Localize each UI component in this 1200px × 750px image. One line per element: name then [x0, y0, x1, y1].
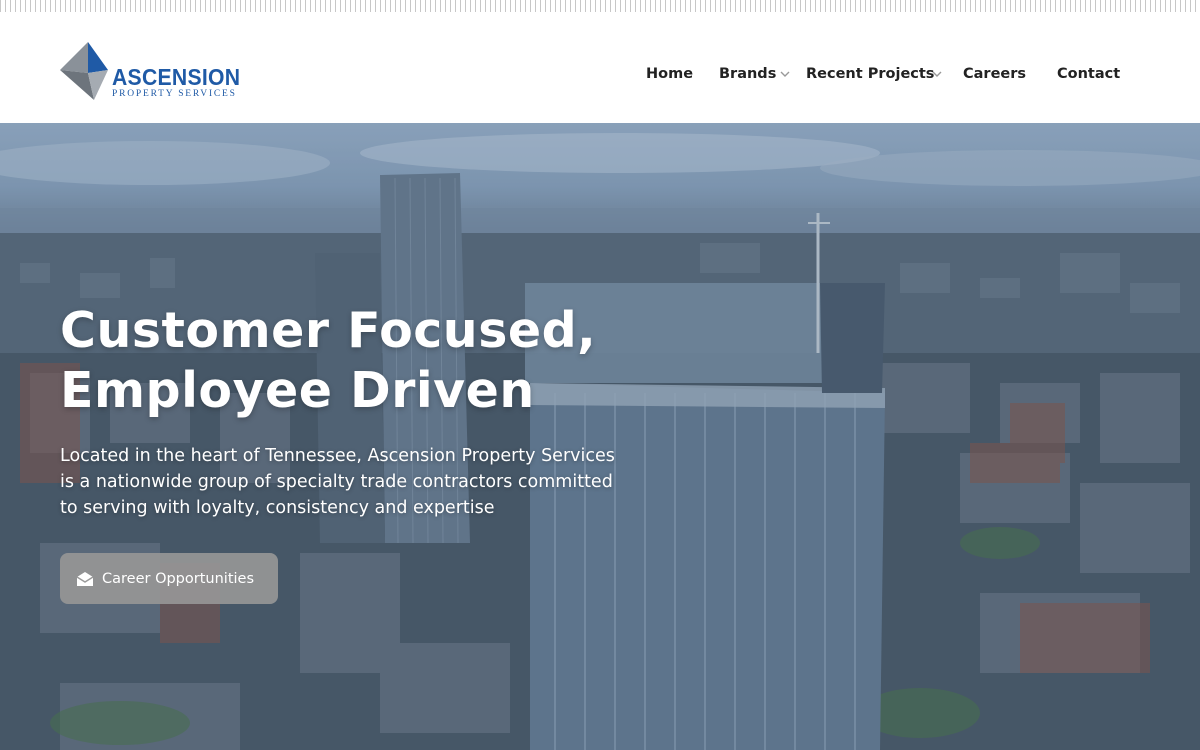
nav-item-brands[interactable]: Brands	[719, 66, 776, 82]
hero-overlay	[0, 123, 1200, 750]
chevron-down-icon[interactable]	[780, 70, 790, 78]
hero-headline-line2: Employee Driven	[60, 362, 535, 419]
chevron-down-icon[interactable]	[932, 70, 942, 78]
envelope-open-icon	[76, 570, 94, 588]
hero-headline: Customer Focused, Employee Driven	[60, 301, 700, 421]
nav-item-home[interactable]: Home	[646, 66, 693, 82]
hero-headline-line1: Customer Focused,	[60, 302, 597, 359]
career-opportunities-button[interactable]: Career Opportunities	[60, 553, 278, 604]
site-header: ASCENSION PROPERTY SERVICES Home Brands …	[0, 14, 1200, 123]
nav-item-contact[interactable]: Contact	[1057, 66, 1120, 82]
hero-banner: Customer Focused, Employee Driven Locate…	[0, 123, 1200, 750]
nav-item-careers[interactable]: Careers	[963, 66, 1026, 82]
hero-description: Located in the heart of Tennessee, Ascen…	[60, 446, 615, 518]
nav-item-recent-projects[interactable]: Recent Projects	[806, 66, 934, 82]
main-nav: Home Brands Recent Projects Careers Cont…	[0, 14, 1200, 123]
cta-label: Career Opportunities	[102, 570, 255, 587]
top-ruler-strip	[0, 0, 1200, 14]
